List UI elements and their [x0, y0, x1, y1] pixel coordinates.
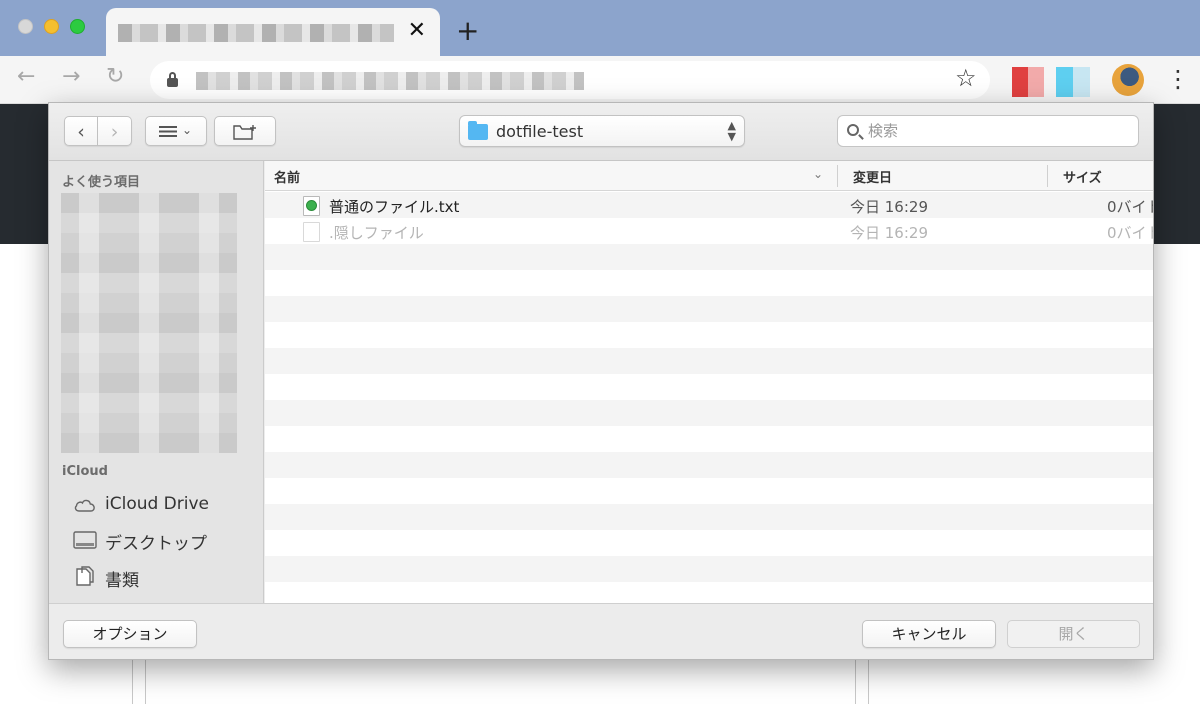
- chevron-left-icon: ‹: [77, 121, 85, 143]
- dialog-footer: オプション キャンセル 開く: [49, 603, 1153, 659]
- file-size: 0バイト: [1107, 224, 1153, 242]
- chevron-down-icon: ⌄: [182, 123, 193, 137]
- extension-icon-1[interactable]: [1012, 67, 1044, 97]
- list-stripe: [265, 426, 1153, 452]
- file-list: 名前 ⌄ 変更日 サイズ 普通のファイル.txt 今日 16:29 0バイト .…: [265, 161, 1153, 603]
- list-stripe: [265, 478, 1153, 504]
- updown-arrows-icon: ▲ ▼: [727, 119, 736, 143]
- folder-icon: [468, 121, 488, 140]
- page-column-right: [855, 660, 869, 704]
- file-modified: 今日 16:29: [850, 224, 928, 242]
- list-stripe: [265, 400, 1153, 426]
- address-bar[interactable]: [150, 61, 990, 99]
- column-header-name[interactable]: 名前: [274, 167, 300, 186]
- new-folder-icon: [233, 125, 256, 140]
- desktop-icon: [73, 531, 97, 549]
- sidebar-section-favorites: よく使う項目: [62, 175, 141, 190]
- tab-close-icon[interactable]: ✕: [408, 18, 426, 43]
- chevron-right-icon: ›: [110, 121, 119, 143]
- file-modified: 今日 16:29: [850, 198, 928, 216]
- sidebar-item-label: iCloud Drive: [105, 494, 210, 514]
- profile-avatar[interactable]: [1112, 64, 1144, 96]
- sidebar-item-icloud-drive[interactable]: iCloud Drive: [73, 492, 253, 518]
- sidebar: よく使う項目 iCloud iCloud Drive デスクトップ 書類: [49, 161, 264, 603]
- location-popup[interactable]: dotfile-test ▲ ▼: [459, 115, 745, 147]
- file-size: 0バイト: [1107, 198, 1153, 216]
- documents-icon: [76, 566, 94, 586]
- open-file-dialog: ‹ › ⌄ dotfile-test ▲▼ よく使う項目 iCloud: [48, 102, 1154, 660]
- list-stripe: [265, 322, 1153, 348]
- list-stripe: [265, 348, 1153, 374]
- options-button[interactable]: オプション: [63, 620, 197, 648]
- browser-menu-icon[interactable]: ⋮: [1166, 66, 1190, 92]
- browser-tab-active[interactable]: ✕: [106, 8, 440, 56]
- search-input[interactable]: [868, 120, 1128, 142]
- browser-tabstrip: ✕ +: [0, 0, 1200, 56]
- list-stripe: [265, 270, 1153, 296]
- column-header-size[interactable]: サイズ: [1063, 167, 1102, 186]
- list-stripe: [265, 244, 1153, 270]
- sidebar-item-label: 書類: [105, 571, 139, 591]
- list-stripe: [265, 374, 1153, 400]
- dialog-toolbar: ‹ › ⌄ dotfile-test ▲ ▼: [49, 103, 1153, 161]
- tab-title-blurred: [118, 24, 394, 42]
- reload-icon[interactable]: ↻: [106, 64, 124, 89]
- window-minimize-button[interactable]: [44, 19, 59, 34]
- page-column-left: [132, 660, 146, 704]
- file-name: .隠しファイル: [329, 224, 424, 242]
- open-button[interactable]: 開く: [1007, 620, 1140, 648]
- view-mode-button[interactable]: ⌄: [145, 116, 207, 146]
- search-field[interactable]: [837, 115, 1139, 147]
- back-button[interactable]: ‹: [64, 116, 98, 146]
- list-stripe: [265, 582, 1153, 603]
- column-divider[interactable]: [837, 165, 838, 187]
- sidebar-section-icloud: iCloud: [62, 464, 108, 479]
- window-maximize-button[interactable]: [70, 19, 85, 34]
- location-label: dotfile-test: [496, 122, 584, 141]
- sidebar-item-desktop[interactable]: デスクトップ: [73, 527, 253, 554]
- file-name: 普通のファイル.txt: [329, 198, 460, 216]
- column-header-modified[interactable]: 変更日: [853, 167, 892, 186]
- forward-button[interactable]: ›: [98, 116, 132, 146]
- back-arrow-icon[interactable]: ←: [17, 64, 35, 89]
- file-row-hidden[interactable]: .隠しファイル 今日 16:29 0バイト: [265, 218, 1153, 244]
- list-stripe: [265, 296, 1153, 322]
- url-text-blurred: [196, 72, 584, 90]
- list-view-icon: [159, 126, 177, 137]
- sort-descending-icon: ⌄: [813, 167, 824, 181]
- list-header: 名前 ⌄ 変更日 サイズ: [265, 161, 1153, 191]
- new-tab-button[interactable]: +: [456, 14, 479, 47]
- forward-arrow-icon[interactable]: →: [62, 64, 80, 89]
- blank-file-icon: [303, 222, 320, 242]
- cancel-button[interactable]: キャンセル: [862, 620, 996, 648]
- list-stripe: [265, 504, 1153, 530]
- list-stripe: [265, 530, 1153, 556]
- search-icon: [847, 124, 859, 136]
- column-divider[interactable]: [1047, 165, 1048, 187]
- list-stripe: [265, 556, 1153, 582]
- cloud-icon: [74, 499, 95, 512]
- sidebar-item-label: デスクトップ: [105, 534, 207, 554]
- favorites-list-blurred: [61, 193, 237, 453]
- sidebar-item-documents[interactable]: 書類: [73, 564, 253, 591]
- bookmark-star-icon[interactable]: ☆: [955, 64, 977, 92]
- file-row[interactable]: 普通のファイル.txt 今日 16:29 0バイト: [265, 192, 1153, 218]
- new-folder-button[interactable]: [214, 116, 276, 146]
- extension-icon-2[interactable]: [1056, 67, 1090, 97]
- window-close-button[interactable]: [18, 19, 33, 34]
- list-stripe: [265, 452, 1153, 478]
- lock-icon: [167, 72, 178, 87]
- file-badge-icon: [306, 200, 317, 211]
